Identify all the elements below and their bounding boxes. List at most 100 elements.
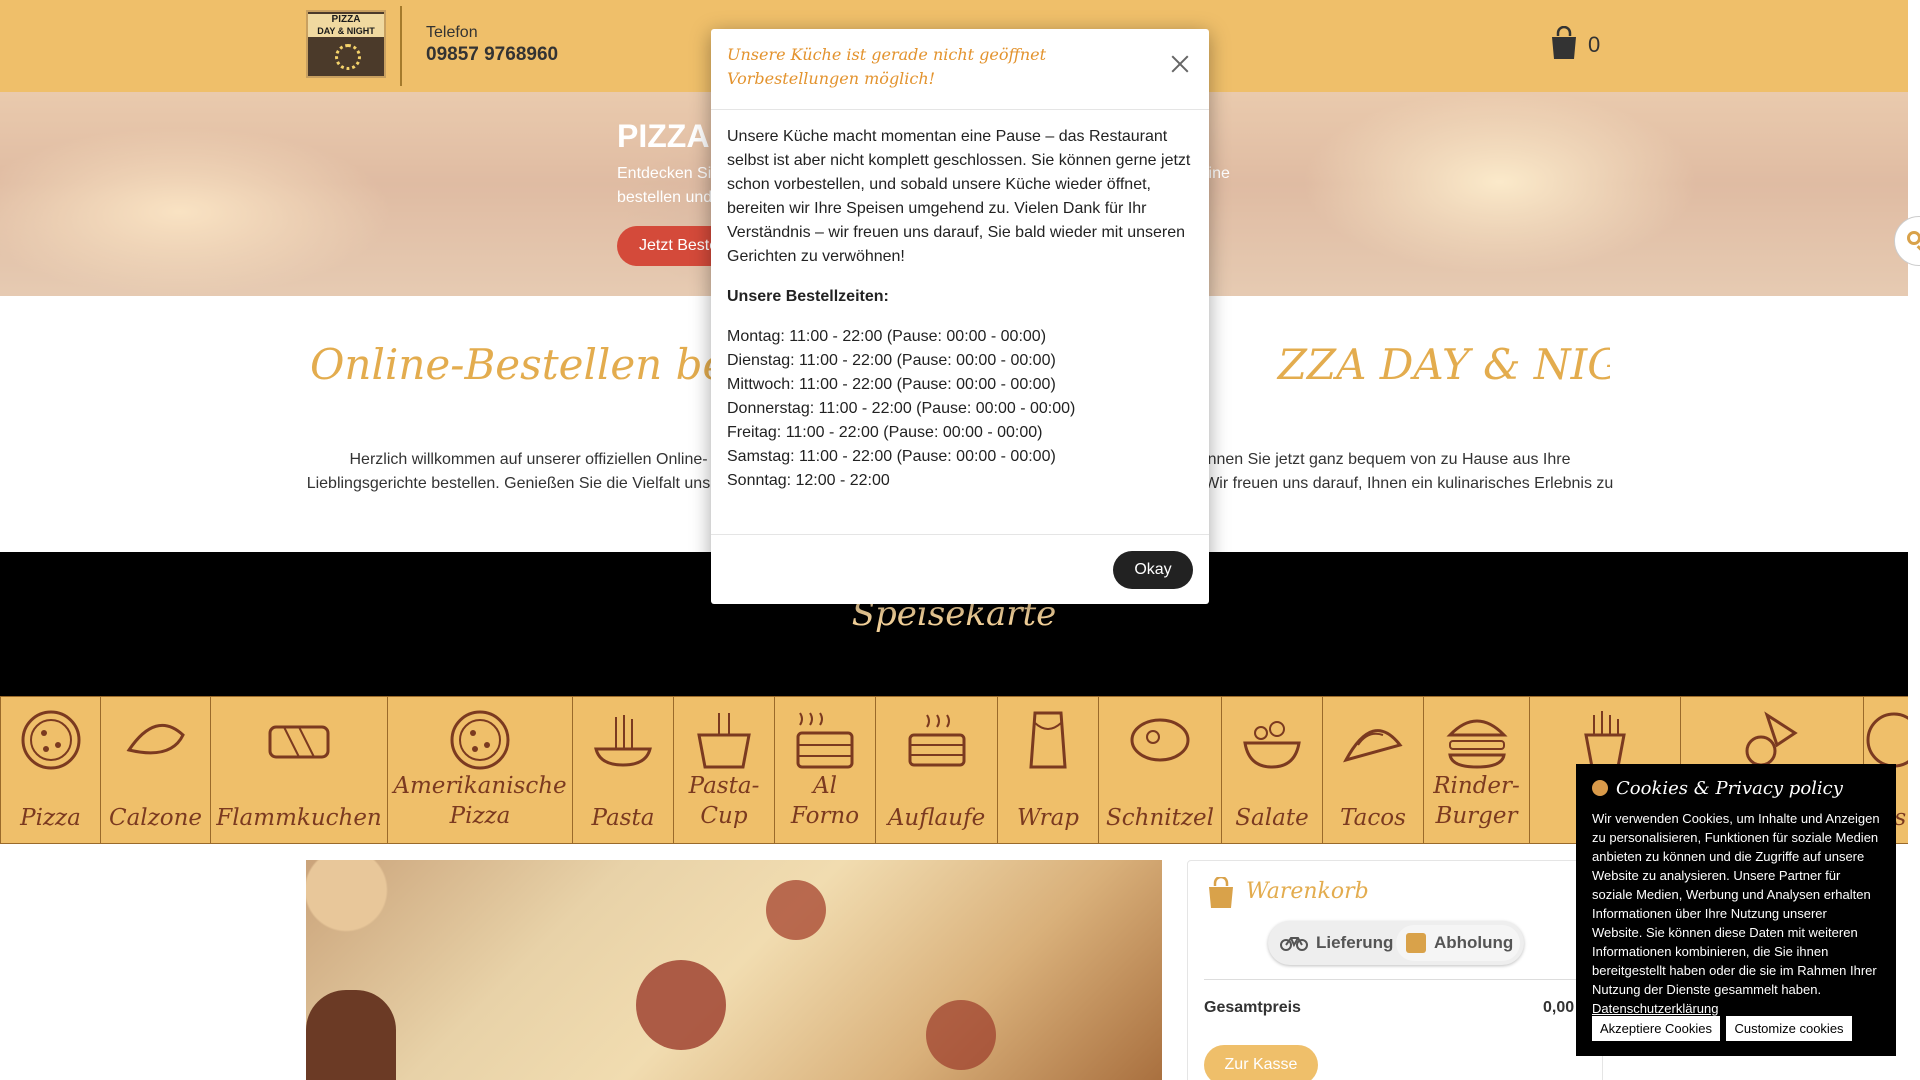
category-label: Rinder-Burger — [1433, 773, 1520, 829]
burger-icon — [1445, 719, 1508, 769]
shopping-bag-icon — [1209, 877, 1233, 908]
privacy-link[interactable]: Datenschutzerklärung — [1592, 1001, 1718, 1016]
category-label: Tacos — [1340, 805, 1406, 831]
modal-divider — [711, 109, 1209, 110]
cookie-icon — [1592, 780, 1608, 796]
cookie-text: Wir verwenden Cookies, um Inhalte und An… — [1592, 809, 1880, 1018]
delivery-mode-toggle: Lieferung Abholung — [1268, 921, 1524, 965]
hours-row: Samstag: 11:00 - 22:00 (Pause: 00:00 - 0… — [727, 448, 1056, 465]
category-label: Amerikanische Pizza — [393, 773, 567, 829]
hours-row: Donnerstag: 11:00 - 22:00 (Pause: 00:00 … — [727, 400, 1076, 417]
hero-text-line2: bestellen und — [617, 189, 713, 206]
category-tile[interactable]: Calzone — [101, 696, 211, 844]
shop-bag-icon — [1406, 933, 1426, 953]
modal-message: Unsere Küche macht momentan eine Pause –… — [727, 128, 1191, 265]
phone-label: Telefon — [426, 24, 478, 41]
category-tile[interactable]: Flammkuchen — [211, 696, 388, 844]
hours-list: Montag: 11:00 - 22:00 (Pause: 00:00 - 00… — [727, 325, 1193, 493]
category-tile[interactable]: Auflaufe — [876, 696, 998, 844]
hours-title: Unsere Bestellzeiten: — [727, 288, 889, 305]
pizza-icon — [21, 710, 80, 770]
meat-icon — [1130, 718, 1190, 762]
category-label: Al Forno — [790, 773, 860, 829]
category-tile[interactable]: Wrap — [998, 696, 1099, 844]
hours-row: Freitag: 11:00 - 22:00 (Pause: 00:00 - 0… — [727, 424, 1043, 441]
category-tile[interactable]: Amerikanische Pizza — [388, 696, 573, 844]
category-tile[interactable]: Salate — [1222, 696, 1323, 844]
search-icon — [1907, 231, 1920, 245]
category-label: Pasta-Cup — [688, 773, 760, 829]
pickup-option[interactable]: Abholung — [1396, 925, 1520, 961]
hero-text-left: Entdecken Sie — [617, 165, 721, 182]
shopping-bag-icon[interactable] — [1550, 26, 1578, 60]
header-divider — [400, 6, 402, 86]
calzone-icon — [126, 724, 185, 755]
hours-row: Montag: 11:00 - 22:00 (Pause: 00:00 - 00… — [727, 328, 1047, 345]
modal-title-line2: Vorbestellungen möglich! — [727, 69, 936, 88]
restaurant-logo[interactable]: PIZZA DAY & NIGHT — [306, 10, 386, 78]
category-tile[interactable]: Rinder-Burger — [1424, 696, 1530, 844]
checkout-button[interactable]: Zur Kasse — [1204, 1045, 1318, 1080]
taco-icon — [1343, 729, 1403, 763]
modal-title-line1: Unsere Küche ist gerade nicht geöffnet — [727, 45, 1047, 64]
cart-panel: Warenkorb Lieferung Abholung Gesamtpreis… — [1187, 860, 1603, 1080]
category-label: Pasta — [591, 805, 655, 831]
intro-line2-right: Wir freuen uns darauf, Ihnen ein kulinar… — [1204, 475, 1614, 492]
total-value: 0,00 — [1543, 999, 1575, 1016]
lasagna-icon — [796, 712, 854, 769]
category-label: Schnitzel — [1106, 805, 1214, 831]
cart-count[interactable]: 0 — [1588, 32, 1600, 58]
category-label: Pizza — [20, 805, 81, 831]
cart-divider — [1204, 979, 1586, 980]
category-tile[interactable]: Al Forno — [775, 696, 876, 844]
intro-line2-left: Lieblingsgerichte bestellen. Genießen Si… — [306, 475, 711, 492]
delivery-option[interactable]: Lieferung — [1280, 925, 1393, 961]
intro-line1-right: nnen Sie jetzt ganz bequem von zu Hause … — [1207, 451, 1571, 468]
noodle-cup-icon — [697, 713, 751, 769]
cookie-body: Wir verwenden Cookies, um Inhalte und An… — [1592, 811, 1880, 997]
accept-cookies-button[interactable]: Akzeptiere Cookies — [1592, 1016, 1720, 1041]
modal-divider — [711, 534, 1209, 535]
pizza-icon — [450, 710, 510, 770]
category-tile[interactable]: Pizza — [0, 696, 101, 844]
logo-emblem-icon — [335, 44, 361, 70]
hours-row: Mittwoch: 11:00 - 22:00 (Pause: 00:00 - … — [727, 376, 1056, 393]
category-tile[interactable]: Schnitzel — [1099, 696, 1222, 844]
cookie-title: Cookies & Privacy policy — [1592, 778, 1880, 799]
hours-row: Dienstag: 11:00 - 22:00 (Pause: 00:00 - … — [727, 352, 1056, 369]
category-tile[interactable]: Pasta — [573, 696, 674, 844]
logo-line1: PIZZA — [308, 14, 384, 26]
category-tile[interactable]: Tacos — [1323, 696, 1424, 844]
pizza-hero-image — [306, 860, 1162, 1080]
logo-line2: DAY & NIGHT — [308, 26, 384, 37]
total-label: Gesamtpreis — [1204, 999, 1301, 1016]
intro-line1-left: Herzlich willkommen auf unserer offiziel… — [349, 451, 708, 468]
customize-cookies-button[interactable]: Customize cookies — [1726, 1016, 1852, 1041]
hero-title: PIZZA — [617, 118, 710, 154]
salad-icon — [1243, 721, 1301, 769]
cart-title: Warenkorb — [1246, 879, 1369, 904]
category-label: Salate — [1235, 805, 1309, 831]
category-label: Wrap — [1016, 805, 1080, 831]
casserole-icon — [908, 714, 965, 767]
cookie-title-text: Cookies & Privacy policy — [1616, 778, 1843, 799]
okay-button[interactable]: Okay — [1113, 551, 1193, 589]
flammkuchen-icon — [268, 725, 330, 759]
wrap-icon — [1029, 711, 1067, 769]
pasta-icon — [594, 715, 652, 767]
hours-row: Sonntag: 12:00 - 22:00 — [727, 472, 890, 489]
category-label: Auflaufe — [887, 805, 986, 831]
bicycle-icon — [1280, 937, 1308, 951]
close-icon[interactable] — [1169, 53, 1191, 75]
pickup-label: Abholung — [1434, 933, 1514, 952]
phone-number[interactable]: 09857 9768960 — [426, 44, 558, 66]
cookie-banner: Cookies & Privacy policy Wir verwenden C… — [1576, 764, 1896, 1056]
kitchen-closed-modal: Unsere Küche ist gerade nicht geöffnet V… — [711, 29, 1209, 604]
category-label: Flammkuchen — [216, 805, 382, 831]
modal-body: Unsere Küche macht momentan eine Pause –… — [727, 125, 1193, 493]
cookie-buttons: Akzeptiere Cookies Customize cookies — [1592, 1016, 1854, 1041]
delivery-label: Lieferung — [1316, 933, 1394, 952]
category-tile[interactable]: Pasta-Cup — [674, 696, 775, 844]
intro-title-right: ZZA DAY & NIGHT in — [1277, 340, 1610, 389]
category-label: Calzone — [108, 805, 203, 831]
